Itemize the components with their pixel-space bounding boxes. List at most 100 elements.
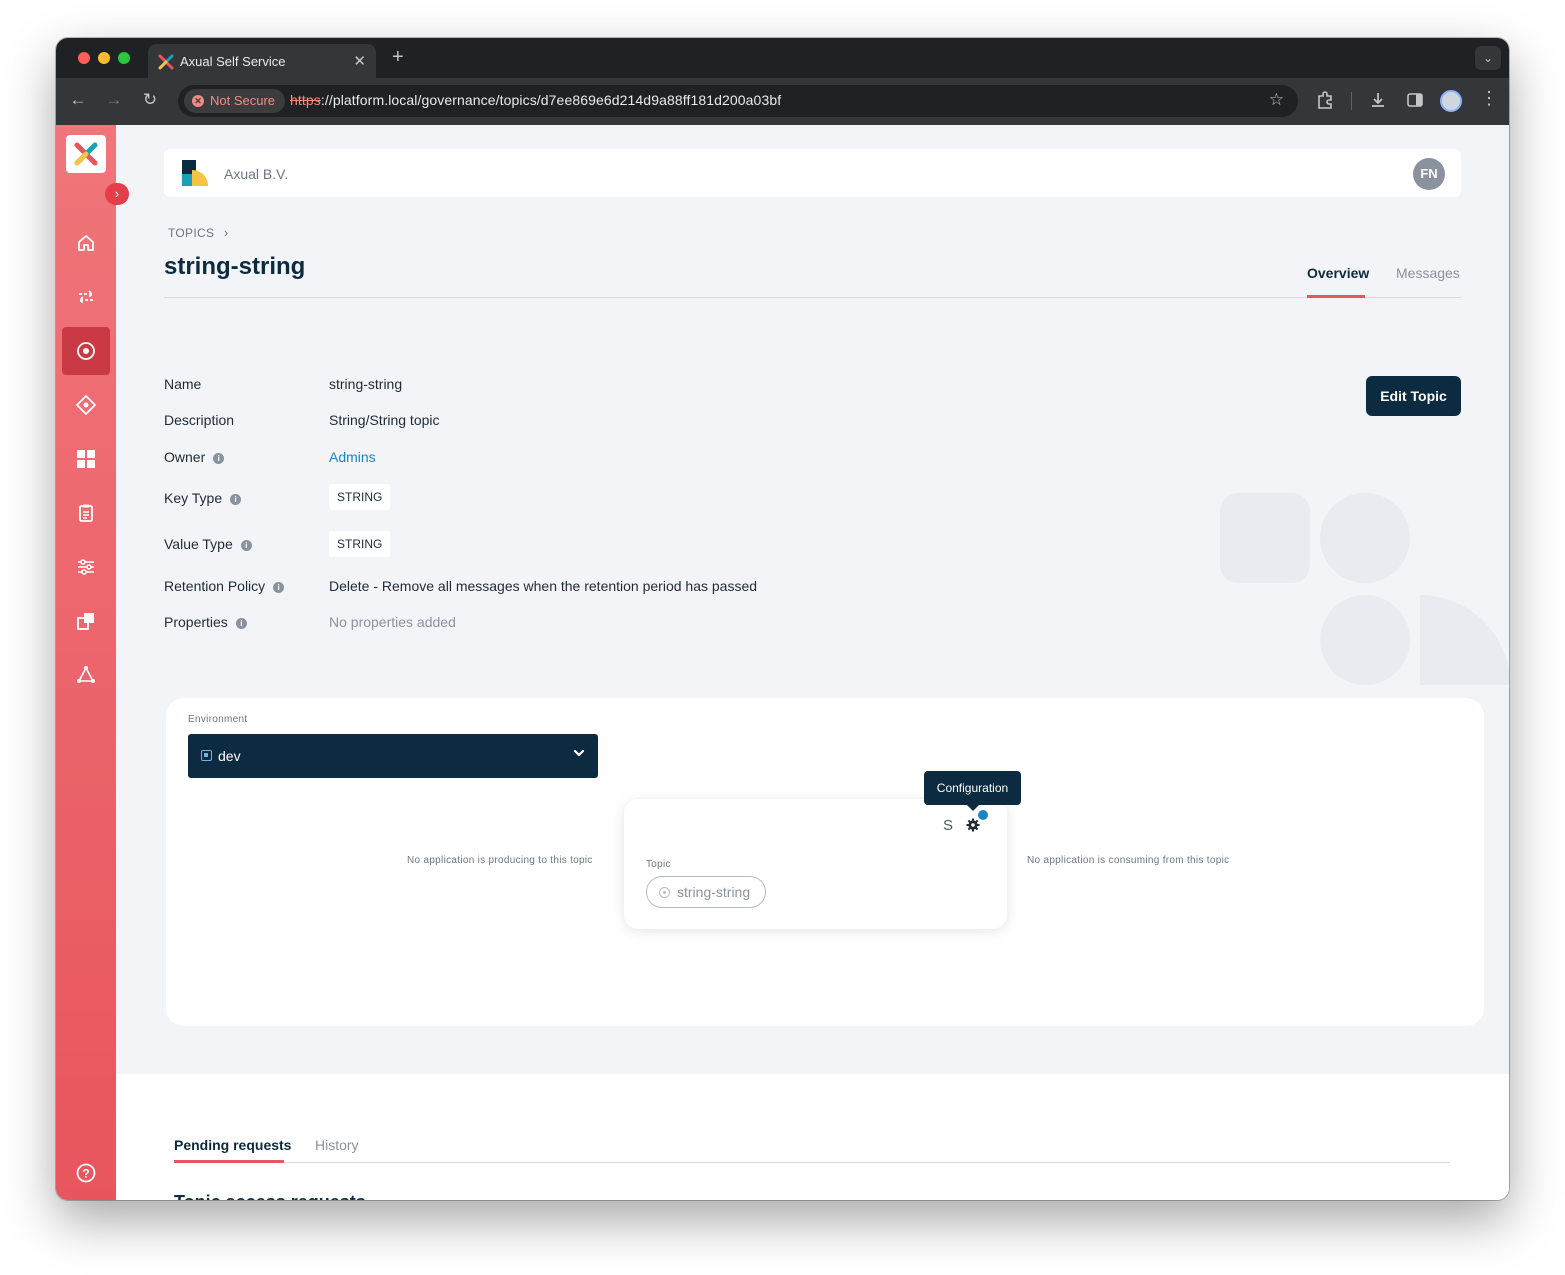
app-logo[interactable] bbox=[66, 135, 106, 173]
topic-target-icon bbox=[77, 342, 95, 360]
new-tab-button[interactable]: + bbox=[392, 46, 404, 69]
diamond-icon bbox=[76, 395, 96, 415]
not-secure-label: Not Secure bbox=[210, 93, 276, 108]
info-icon[interactable]: i bbox=[235, 618, 247, 629]
sliders-icon bbox=[78, 559, 94, 575]
more-menu-icon[interactable]: ⋮ bbox=[1480, 88, 1498, 109]
nav-streams[interactable] bbox=[62, 273, 110, 321]
info-icon[interactable]: i bbox=[240, 540, 252, 551]
key-type-label: Key Type i bbox=[164, 490, 242, 506]
chevron-right-icon: › bbox=[223, 225, 229, 240]
topic-node[interactable]: S Topic string-string bbox=[624, 799, 1007, 929]
info-icon[interactable]: i bbox=[230, 494, 242, 505]
help-question-icon[interactable]: ? bbox=[76, 1163, 96, 1183]
org-name: Axual B.V. bbox=[224, 166, 289, 182]
owner-label-text: Owner bbox=[164, 449, 206, 465]
tab-pending-requests[interactable]: Pending requests bbox=[174, 1137, 291, 1153]
tab-history[interactable]: History bbox=[315, 1137, 359, 1153]
org-header-bar: Axual B.V. FN bbox=[164, 149, 1461, 197]
topic-pill[interactable]: string-string bbox=[646, 876, 766, 908]
browser-toolbar: ← → ↻ ✕ Not Secure https://platform.loca… bbox=[56, 78, 1509, 125]
nav-applications[interactable] bbox=[62, 597, 110, 645]
reload-icon[interactable]: ↻ bbox=[138, 90, 162, 110]
forward-arrow-icon[interactable]: → bbox=[102, 90, 126, 110]
topic-access-requests-heading: Topic access requests bbox=[174, 1192, 366, 1200]
user-avatar[interactable]: FN bbox=[1413, 158, 1445, 190]
value-type-chip: STRING bbox=[329, 531, 391, 557]
properties-value: No properties added bbox=[329, 614, 456, 630]
chevron-down-icon bbox=[573, 749, 585, 757]
producers-empty-text: No application is producing to this topi… bbox=[407, 855, 593, 866]
expand-sidebar-chevron-icon[interactable]: › bbox=[105, 183, 129, 205]
requests-tabs: Pending requests History bbox=[174, 1129, 1450, 1163]
key-type-chip: STRING bbox=[329, 484, 391, 510]
info-icon[interactable]: i bbox=[213, 453, 225, 464]
nav-schemas[interactable] bbox=[62, 381, 110, 429]
nav-topics[interactable] bbox=[62, 327, 110, 375]
edit-topic-button[interactable]: Edit Topic bbox=[1366, 376, 1461, 416]
maximize-window-button[interactable] bbox=[118, 52, 130, 64]
breadcrumb-topics-link[interactable]: TOPICS bbox=[168, 226, 214, 240]
home-icon bbox=[78, 235, 94, 251]
name-label-text: Name bbox=[164, 376, 202, 392]
url-scheme: https bbox=[290, 92, 321, 108]
extensions-puzzle-icon[interactable] bbox=[1316, 91, 1334, 109]
topic-label: Topic bbox=[646, 859, 671, 870]
toolbar-separator bbox=[1351, 92, 1352, 110]
environment-select[interactable]: dev bbox=[188, 734, 598, 778]
background-decoration bbox=[1420, 595, 1509, 685]
tab-search-chevron-icon[interactable]: ⌄ bbox=[1475, 46, 1501, 70]
background-decoration bbox=[1220, 493, 1310, 583]
sidebar: › ? bbox=[56, 125, 129, 1200]
copy-squares-icon bbox=[77, 613, 94, 630]
not-secure-badge[interactable]: ✕ Not Secure bbox=[184, 89, 286, 113]
nav-dashboard[interactable] bbox=[62, 435, 110, 483]
description-label: Description bbox=[164, 412, 234, 428]
environment-icon bbox=[201, 750, 212, 761]
name-value: string-string bbox=[329, 376, 403, 392]
axual-logo-icon bbox=[158, 54, 174, 70]
value-type-label-text: Value Type bbox=[164, 536, 233, 552]
gear-icon[interactable] bbox=[966, 818, 980, 832]
back-arrow-icon[interactable]: ← bbox=[66, 90, 90, 110]
retention-policy-label: Retention Policy i bbox=[164, 578, 285, 594]
url-text[interactable]: https://platform.local/governance/topics… bbox=[290, 92, 781, 108]
side-panel-icon[interactable] bbox=[1406, 91, 1424, 109]
transfer-arrows-icon bbox=[78, 290, 94, 304]
background-decoration bbox=[1320, 595, 1410, 685]
warning-icon: ✕ bbox=[192, 95, 204, 107]
browser-tab[interactable]: Axual Self Service ✕ bbox=[148, 44, 376, 78]
environment-card: Environment dev No application is produc… bbox=[166, 698, 1484, 1026]
tab-title: Axual Self Service bbox=[180, 54, 286, 69]
nav-home[interactable] bbox=[62, 219, 110, 267]
retention-policy-value: Delete - Remove all messages when the re… bbox=[329, 578, 758, 594]
breadcrumb: TOPICS › bbox=[168, 225, 229, 240]
browser-tab-strip: Axual Self Service ✕ + ⌄ bbox=[56, 38, 1509, 78]
minimize-window-button[interactable] bbox=[98, 52, 110, 64]
address-bar[interactable]: ✕ Not Secure https://platform.local/gove… bbox=[178, 85, 1298, 117]
description-value: String/String topic bbox=[329, 412, 440, 428]
tab-overview[interactable]: Overview bbox=[1307, 265, 1369, 281]
schema-s-icon[interactable]: S bbox=[943, 817, 953, 834]
nav-settings[interactable] bbox=[62, 543, 110, 591]
environment-label: Environment bbox=[188, 714, 248, 725]
close-window-button[interactable] bbox=[78, 52, 90, 64]
network-icon bbox=[77, 666, 95, 683]
download-icon[interactable] bbox=[1369, 91, 1387, 109]
tab-close-icon[interactable]: ✕ bbox=[353, 52, 366, 70]
consumers-empty-text: No application is consuming from this to… bbox=[1027, 855, 1230, 866]
nav-requests[interactable] bbox=[62, 489, 110, 537]
bookmark-star-icon[interactable]: ☆ bbox=[1269, 90, 1284, 110]
properties-label: Properties i bbox=[164, 614, 247, 630]
nav-connections[interactable] bbox=[62, 651, 110, 699]
grid-icon bbox=[77, 450, 95, 468]
info-icon[interactable]: i bbox=[273, 582, 285, 593]
requests-section: Pending requests History Topic access re… bbox=[116, 1074, 1509, 1200]
profile-avatar[interactable] bbox=[1440, 90, 1462, 112]
owner-link[interactable]: Admins bbox=[329, 449, 376, 465]
active-tab-indicator bbox=[1307, 295, 1365, 298]
clipboard-icon bbox=[79, 504, 93, 522]
topic-target-icon bbox=[659, 887, 670, 898]
main-content: Axual B.V. FN TOPICS › Overview Messages… bbox=[116, 125, 1509, 1200]
tab-messages[interactable]: Messages bbox=[1396, 265, 1460, 281]
